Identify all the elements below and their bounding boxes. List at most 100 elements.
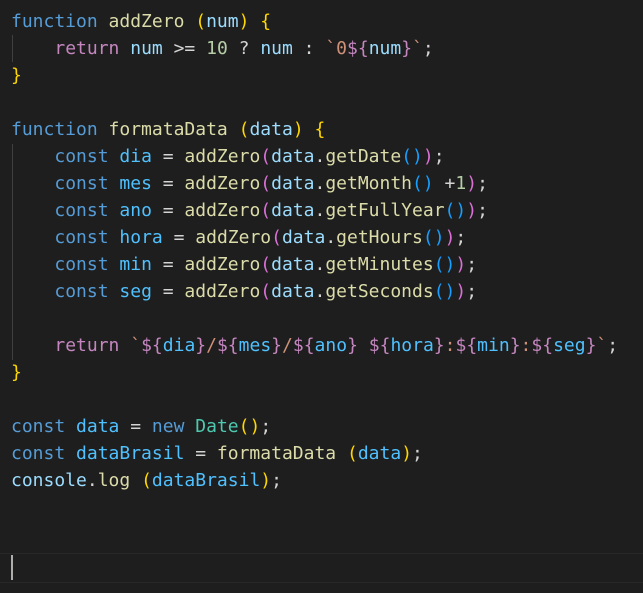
code-token: const [11, 416, 66, 437]
code-token: ; [477, 200, 488, 221]
code-token: getSeconds [325, 281, 434, 302]
code-token: ) [466, 173, 478, 194]
code-token: ${ [455, 335, 478, 356]
code-token: Date [195, 416, 239, 437]
code-token: / [282, 335, 293, 356]
code-line[interactable]: } [11, 359, 22, 386]
code-token: ) [260, 470, 272, 491]
code-token: const [54, 146, 109, 167]
code-token: dia [119, 146, 152, 167]
code-token: ( [260, 146, 272, 167]
code-token: ano [314, 335, 348, 356]
code-token: num [206, 11, 239, 32]
code-token: ( [141, 470, 152, 491]
code-line[interactable]: return `${dia}/${mes}/${ano} ${hora}:${m… [11, 332, 618, 359]
code-token: mes [119, 173, 152, 194]
code-token: () [433, 281, 456, 302]
code-line[interactable]: const dia = addZero(data.getDate()); [11, 143, 444, 170]
code-token: return [54, 335, 120, 356]
code-token: function [11, 11, 98, 32]
code-token: 1 [455, 173, 467, 194]
code-token: ) [466, 200, 478, 221]
code-token: hora [390, 335, 434, 356]
code-token: formataData [108, 119, 228, 140]
code-line[interactable]: function addZero (num) { [11, 8, 271, 35]
code-token: ( [271, 227, 282, 248]
code-token: data [271, 200, 315, 221]
code-token: . [314, 254, 326, 275]
code-token: ; [260, 416, 272, 437]
code-token: () [433, 254, 456, 275]
code-token: const [11, 443, 66, 464]
code-token: data [271, 173, 315, 194]
code-line[interactable]: const mes = addZero(data.getMonth() +1); [11, 170, 488, 197]
code-token: dataBrasil [76, 443, 185, 464]
code-token: console [11, 470, 87, 491]
code-token: } [271, 335, 283, 356]
code-token: const [54, 173, 109, 194]
code-token: const [54, 254, 109, 275]
code-token: addZero [184, 200, 261, 221]
code-token: ${ [531, 335, 554, 356]
code-token: min [477, 335, 510, 356]
code-token: ( [260, 281, 272, 302]
code-token: getFullYear [325, 200, 445, 221]
code-token: getMinutes [325, 254, 434, 275]
text-cursor [11, 555, 13, 580]
code-token: getHours [336, 227, 423, 248]
code-token: num [368, 38, 402, 59]
code-token: const [54, 227, 109, 248]
code-line[interactable]: console.log (dataBrasil); [11, 467, 282, 494]
code-token: data [271, 146, 315, 167]
code-token: ) [455, 254, 467, 275]
code-line[interactable]: const dataBrasil = formataData (data); [11, 440, 423, 467]
code-token: ; [271, 470, 282, 491]
code-line[interactable]: function formataData (data) { [11, 116, 325, 143]
code-token: = [151, 281, 185, 302]
code-token: ${ [347, 38, 369, 59]
code-token: ) [401, 443, 413, 464]
code-token: ; [455, 227, 467, 248]
code-line[interactable]: return num >= 10 ? num : `0${num}`; [11, 35, 433, 62]
code-token: num [130, 38, 163, 59]
code-line[interactable]: const data = new Date(); [11, 413, 271, 440]
code-token: . [314, 281, 326, 302]
code-token: ; [607, 335, 619, 356]
code-token: data [76, 416, 120, 437]
code-token: data [249, 119, 293, 140]
code-token: } [433, 335, 445, 356]
code-token: `0 [325, 38, 348, 59]
code-token: function [11, 119, 98, 140]
code-editor[interactable]: function addZero (num) { return num >= 1… [0, 0, 643, 593]
code-token: new [151, 416, 185, 437]
code-token: formataData [216, 443, 337, 464]
code-token: } [11, 362, 22, 383]
code-line[interactable]: const ano = addZero(data.getFullYear()); [11, 197, 488, 224]
code-token: ` [412, 38, 423, 59]
code-line[interactable]: const seg = addZero(data.getSeconds()); [11, 278, 477, 305]
code-token: ? [227, 38, 261, 59]
code-token: . [325, 227, 337, 248]
code-line[interactable]: const min = addZero(data.getMinutes()); [11, 251, 477, 278]
code-token: min [119, 254, 152, 275]
code-token: ${ [216, 335, 239, 356]
code-token: addZero [108, 11, 185, 32]
code-token: : [292, 38, 326, 59]
code-token: dataBrasil [151, 470, 261, 491]
code-token: . [86, 470, 98, 491]
code-token: + [433, 173, 456, 194]
code-line[interactable]: const hora = addZero(data.getHours()); [11, 224, 466, 251]
code-line[interactable]: } [11, 62, 22, 89]
